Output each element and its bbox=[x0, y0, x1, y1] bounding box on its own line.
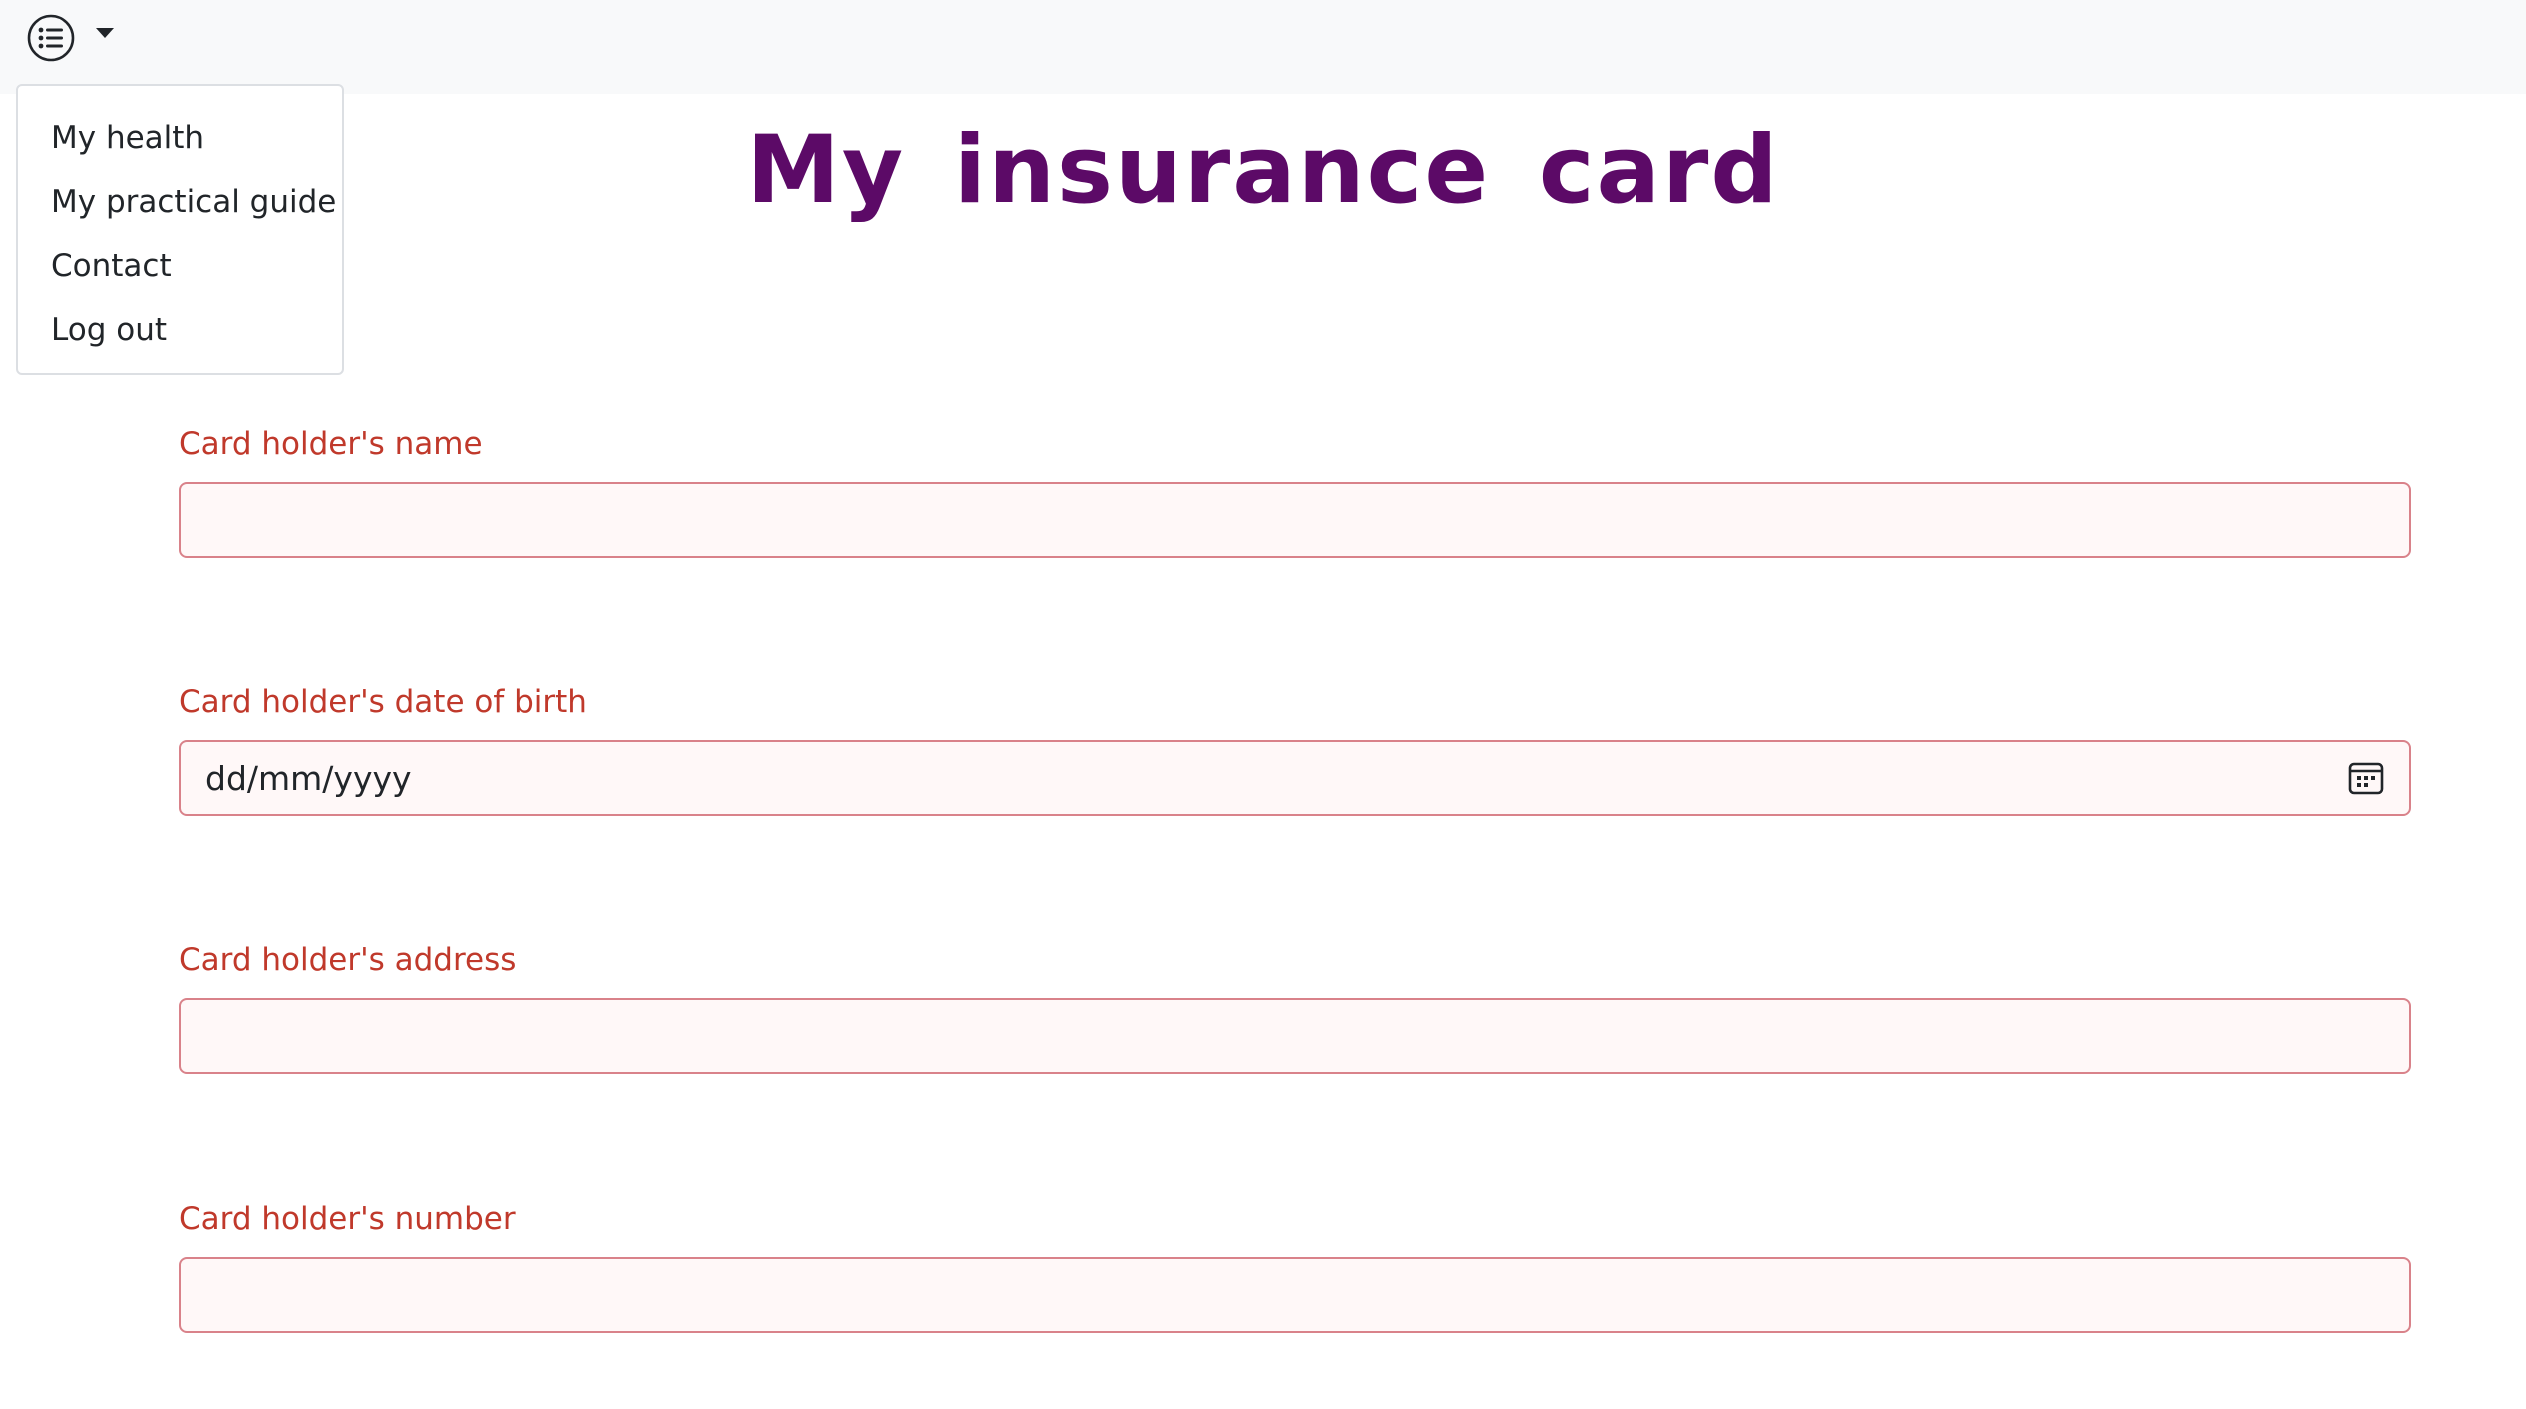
name-field-label: Card holder's name bbox=[179, 426, 483, 462]
menu-dropdown-toggle[interactable] bbox=[26, 12, 114, 64]
menu-item-log-out[interactable]: Log out bbox=[18, 298, 342, 362]
number-field-group: Card holder's number bbox=[179, 1199, 2411, 1333]
caret-down-icon bbox=[96, 28, 114, 38]
menu-item-contact[interactable]: Contact bbox=[18, 234, 342, 298]
page-title: My insurance card bbox=[746, 116, 1780, 225]
menu-item-my-health[interactable]: My health bbox=[18, 106, 342, 170]
dob-field-group: Card holder's date of birth dd/mm/yyyy bbox=[179, 682, 2411, 816]
dob-placeholder: dd/mm/yyyy bbox=[205, 758, 412, 798]
name-field-group: Card holder's name bbox=[179, 424, 2411, 558]
dob-field-label: Card holder's date of birth bbox=[179, 684, 587, 720]
address-field-label: Card holder's address bbox=[179, 942, 517, 978]
dob-input[interactable]: dd/mm/yyyy bbox=[179, 740, 2411, 816]
nav-dropdown-menu: My health My practical guide Contact Log… bbox=[16, 84, 344, 375]
address-field-group: Card holder's address bbox=[179, 940, 2411, 1074]
address-input[interactable] bbox=[179, 998, 2411, 1074]
number-field-label: Card holder's number bbox=[179, 1201, 516, 1237]
calendar-icon[interactable] bbox=[2347, 759, 2385, 797]
list-circle-icon bbox=[27, 14, 75, 62]
name-input[interactable] bbox=[179, 482, 2411, 558]
navbar bbox=[0, 0, 2526, 94]
menu-item-my-practical-guide[interactable]: My practical guide bbox=[18, 170, 342, 234]
card-number-input[interactable] bbox=[179, 1257, 2411, 1333]
